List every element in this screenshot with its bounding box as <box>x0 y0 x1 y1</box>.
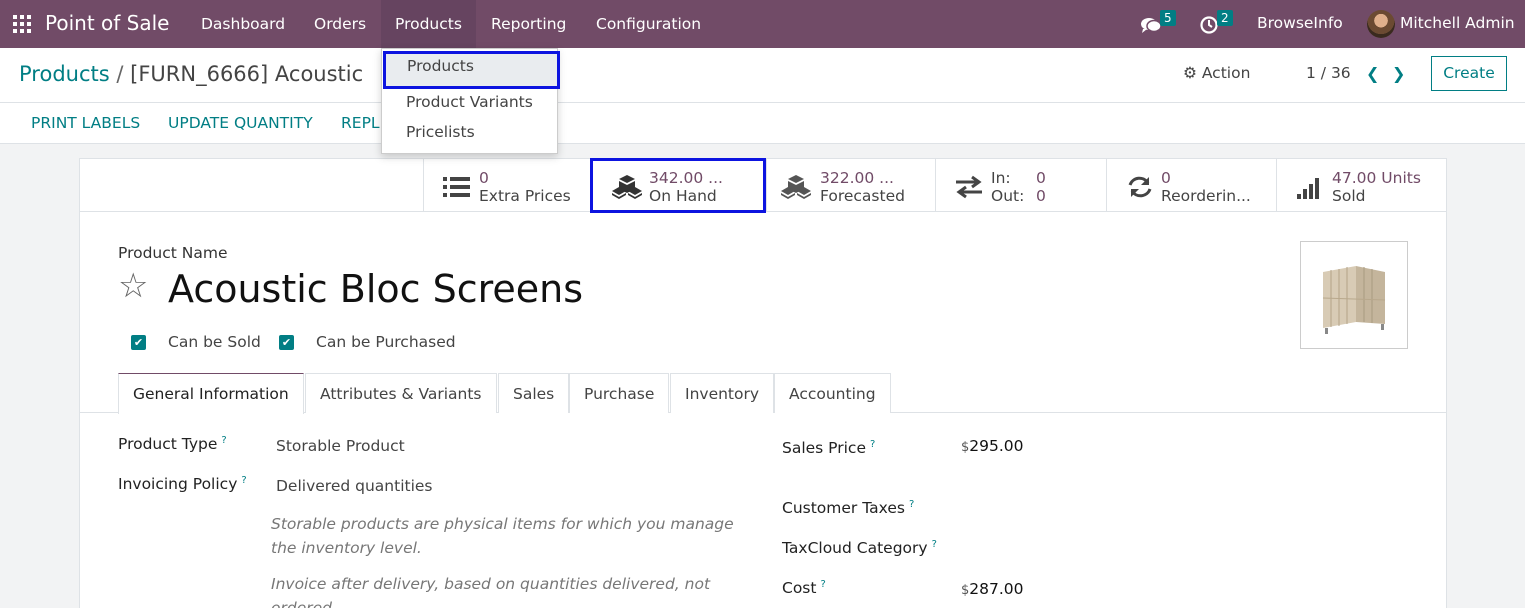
dropdown-item-product-variants[interactable]: Product Variants <box>382 87 557 117</box>
can-be-purchased-label: Can be Purchased <box>316 333 456 351</box>
create-button[interactable]: Create <box>1431 56 1507 91</box>
storable-help-text: Storable products are physical items for… <box>271 515 734 557</box>
user-menu[interactable]: Mitchell Admin <box>1400 14 1515 32</box>
stat-sold[interactable]: 47.00 Units Sold <box>1276 159 1446 212</box>
sales-price-field[interactable]: $295.00 <box>961 437 1024 455</box>
can-be-sold-label: Can be Sold <box>168 333 261 351</box>
stat-label: Sold <box>1332 187 1366 205</box>
print-labels-button[interactable]: PRINT LABELS <box>31 114 140 132</box>
cost-label: Cost? <box>782 579 826 598</box>
product-type-field[interactable]: Storable Product <box>276 437 405 455</box>
apps-menu-icon[interactable] <box>13 15 31 33</box>
smart-buttons: 0 Extra Prices 342.00 ... On Hand 322.00… <box>80 158 1446 213</box>
tab-sales[interactable]: Sales <box>498 373 570 413</box>
can-be-sold-checkbox[interactable]: ✔ <box>131 335 146 350</box>
invoicing-policy-field[interactable]: Delivered quantities <box>276 477 433 495</box>
breadcrumb-separator: / <box>116 62 124 86</box>
stat-label: Reorderin... <box>1161 187 1251 205</box>
tab-purchase[interactable]: Purchase <box>569 373 670 413</box>
tab-accounting[interactable]: Accounting <box>774 373 891 413</box>
product-type-label: Product Type? <box>118 435 227 454</box>
stat-value: 0 <box>1161 169 1171 187</box>
form-button-bar: PRINT LABELS UPDATE QUANTITY REPL <box>0 103 1525 144</box>
cubes-icon <box>612 175 642 199</box>
help-icon[interactable]: ? <box>241 475 246 486</box>
refresh-icon <box>1128 176 1152 198</box>
company-switcher[interactable]: BrowseInfo <box>1257 14 1343 32</box>
stat-reordering[interactable]: 0 Reorderin... <box>1106 159 1277 212</box>
favorite-star-icon[interactable]: ☆ <box>118 269 148 303</box>
cost-field[interactable]: $287.00 <box>961 580 1024 598</box>
messages-badge: 5 <box>1160 10 1176 26</box>
activities-badge: 2 <box>1217 10 1233 26</box>
exchange-icon <box>956 175 982 199</box>
gear-icon: ⚙ <box>1183 64 1197 82</box>
stat-value: 0 <box>479 169 489 187</box>
stat-forecasted[interactable]: 322.00 ... Forecasted <box>766 159 936 212</box>
update-quantity-button[interactable]: UPDATE QUANTITY <box>168 114 313 132</box>
stat-on-hand[interactable]: 342.00 ... On Hand <box>590 158 766 213</box>
stat-label: On Hand <box>649 187 717 205</box>
stat-in-out[interactable]: In: 0 Out: 0 <box>935 159 1106 212</box>
dropdown-item-products[interactable]: Products <box>383 51 560 89</box>
stat-value: 47.00 Units <box>1332 169 1421 187</box>
stat-in-value: 0 <box>1036 169 1046 187</box>
top-navbar: Point of Sale Dashboard Orders Products … <box>0 0 1525 48</box>
stat-label: Forecasted <box>820 187 905 205</box>
stat-in-label: In: <box>991 169 1011 187</box>
cost-value: 287.00 <box>969 580 1024 598</box>
tab-attributes-variants[interactable]: Attributes & Variants <box>305 373 497 413</box>
dropdown-item-pricelists[interactable]: Pricelists <box>382 117 557 147</box>
can-be-purchased-checkbox[interactable]: ✔ <box>279 335 294 350</box>
sales-price-label: Sales Price? <box>782 439 876 458</box>
help-icon[interactable]: ? <box>221 435 226 446</box>
signal-icon <box>1297 178 1319 199</box>
stat-out-label: Out: <box>991 187 1025 205</box>
breadcrumb-current: [FURN_6666] Acoustic <box>130 62 364 86</box>
help-icon[interactable]: ? <box>870 439 875 450</box>
stat-out-value: 0 <box>1036 187 1046 205</box>
app-brand[interactable]: Point of Sale <box>45 11 169 35</box>
stat-extra-prices[interactable]: 0 Extra Prices <box>423 159 591 212</box>
help-icon[interactable]: ? <box>909 499 914 510</box>
menu-orders[interactable]: Orders <box>300 0 380 48</box>
invoice-help-text: Invoice after delivery, based on quantit… <box>271 575 711 608</box>
pager-previous-icon[interactable]: ❮ <box>1366 64 1379 83</box>
help-icon[interactable]: ? <box>932 539 937 550</box>
help-icon[interactable]: ? <box>820 579 825 590</box>
tab-inventory[interactable]: Inventory <box>670 373 775 413</box>
menu-products[interactable]: Products <box>381 0 476 48</box>
breadcrumb: Products / [FURN_6666] Acoustic <box>19 62 363 86</box>
tab-general-information[interactable]: General Information <box>118 373 304 414</box>
form-sheet: 0 Extra Prices 342.00 ... On Hand 322.00… <box>79 158 1447 608</box>
activity-clock-icon[interactable] <box>1199 15 1219 35</box>
invoicing-policy-label: Invoicing Policy? <box>118 475 247 494</box>
sales-price-value: 295.00 <box>969 437 1024 455</box>
product-name-field[interactable]: Acoustic Bloc Screens <box>168 267 583 311</box>
cubes-icon <box>781 175 811 199</box>
taxcloud-category-label: TaxCloud Category? <box>782 539 937 558</box>
action-label: Action <box>1201 64 1251 82</box>
list-icon <box>443 177 470 197</box>
messages-icon[interactable] <box>1140 16 1162 34</box>
products-dropdown-menu: Products Product Variants Pricelists <box>381 48 560 154</box>
product-image[interactable] <box>1300 241 1408 349</box>
customer-taxes-label: Customer Taxes? <box>782 499 915 518</box>
stat-value: 342.00 ... <box>649 169 723 187</box>
replenish-button[interactable]: REPL <box>341 114 380 132</box>
acoustic-screen-image <box>1322 266 1386 334</box>
menu-reporting[interactable]: Reporting <box>477 0 580 48</box>
action-button[interactable]: ⚙ Action <box>1183 64 1250 82</box>
menu-dashboard[interactable]: Dashboard <box>187 0 299 48</box>
stat-label: Extra Prices <box>479 187 571 205</box>
user-avatar[interactable] <box>1367 10 1395 38</box>
product-name-label: Product Name <box>118 244 228 262</box>
pager-next-icon[interactable]: ❯ <box>1392 64 1405 83</box>
pager-value[interactable]: 1 / 36 <box>1306 64 1351 82</box>
form-tabs: General Information Attributes & Variant… <box>80 373 1446 414</box>
breadcrumb-products-link[interactable]: Products <box>19 62 110 86</box>
control-panel: Products / [FURN_6666] Acoustic ⚙ Action… <box>0 48 1525 103</box>
menu-configuration[interactable]: Configuration <box>582 0 715 48</box>
stat-value: 322.00 ... <box>820 169 894 187</box>
